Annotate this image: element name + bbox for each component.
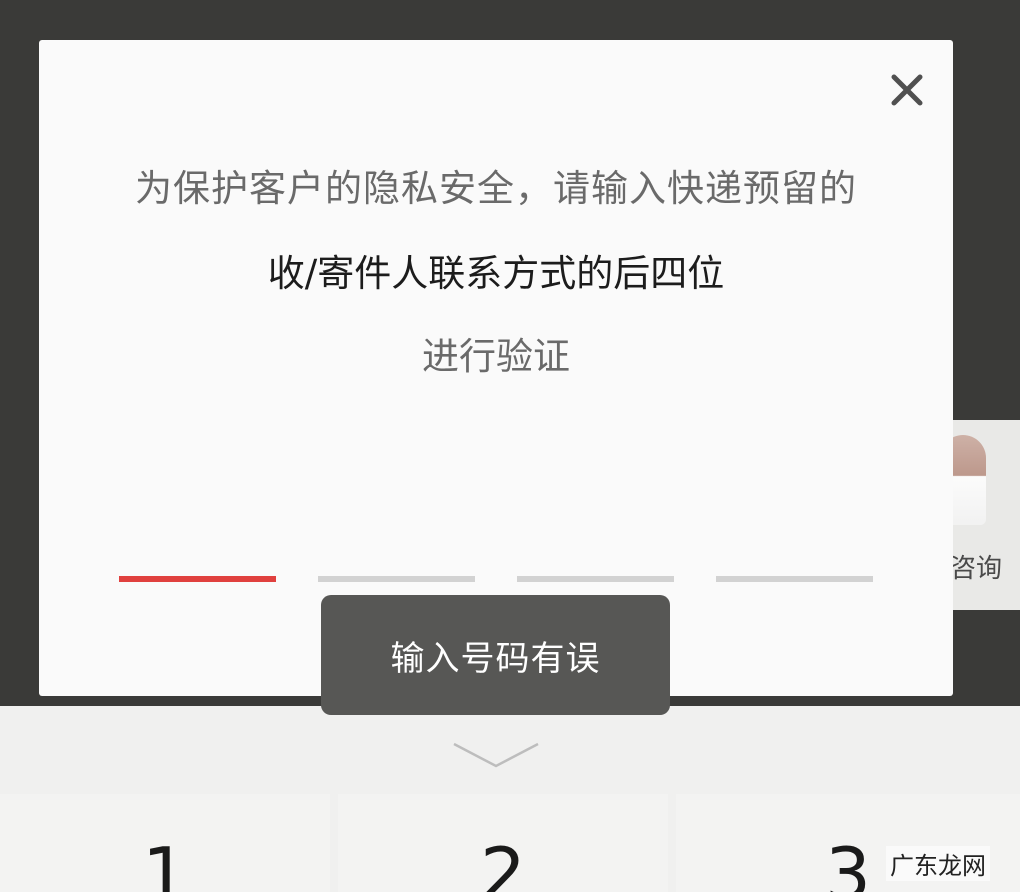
- keypad-collapse-button[interactable]: [452, 740, 540, 770]
- digit-slot-3[interactable]: [517, 576, 674, 582]
- digit-slot-4[interactable]: [716, 576, 873, 582]
- digit-slot-2[interactable]: [318, 576, 475, 582]
- watermark: 广东龙网: [886, 846, 990, 881]
- message-line-2: 收/寄件人联系方式的后四位: [267, 252, 725, 295]
- keypad-keys: 1 2 3: [0, 794, 1020, 892]
- message-line-3: 进行验证: [422, 335, 570, 378]
- key-2[interactable]: 2: [338, 794, 668, 892]
- consult-label[interactable]: 咨询: [950, 548, 1002, 585]
- close-icon: [891, 74, 923, 106]
- close-button[interactable]: [885, 68, 929, 112]
- message-line-1: 为保护客户的隐私安全，请输入快递预留的: [135, 167, 857, 210]
- numeric-keypad: 1 2 3: [0, 706, 1020, 892]
- error-toast: 输入号码有误: [321, 595, 670, 715]
- chevron-down-icon: [453, 742, 539, 768]
- digit-slot-1[interactable]: [119, 576, 276, 582]
- key-1[interactable]: 1: [0, 794, 330, 892]
